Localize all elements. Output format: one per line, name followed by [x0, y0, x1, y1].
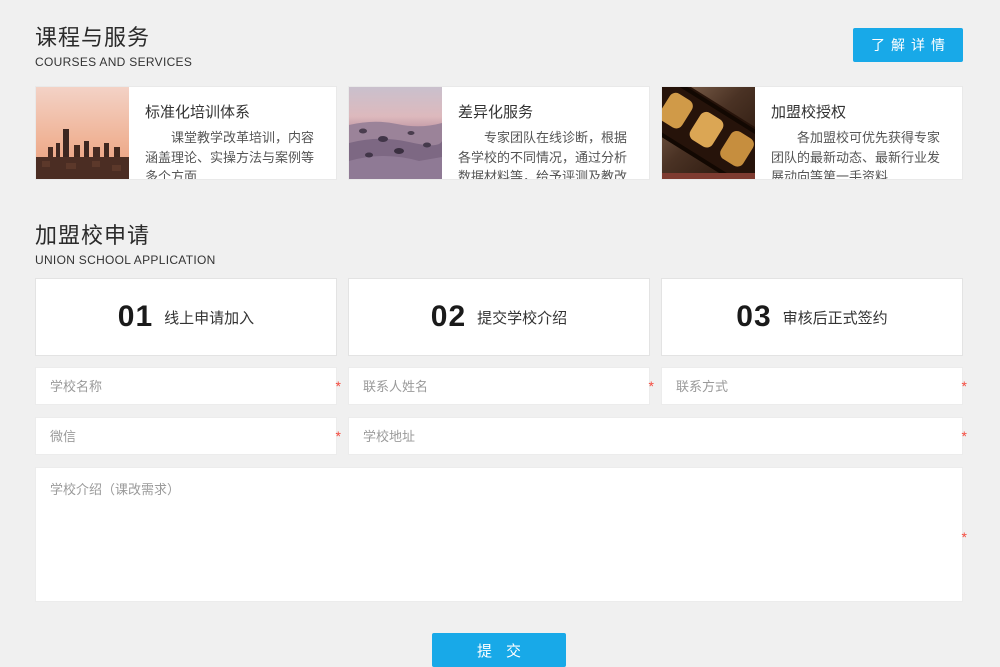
card-text-block: 加盟校授权 各加盟校可优先获得专家团队的最新动态、最新行业发展动向等第一手资料 — [755, 87, 962, 179]
application-section: 加盟校申请 UNION SCHOOL APPLICATION 01 线上申请加入… — [35, 218, 963, 667]
step-label: 提交学校介绍 — [477, 307, 567, 328]
wechat-input[interactable] — [35, 417, 337, 455]
school-name-field: * — [35, 367, 337, 405]
required-asterisk: * — [336, 379, 341, 393]
course-card-differentiated-service: 差异化服务 专家团队在线诊断，根据各学校的不同情况，通过分析数据材料等，给予评测… — [348, 86, 650, 180]
form-row-2: * * — [35, 417, 963, 455]
school-address-input[interactable] — [348, 417, 963, 455]
contact-phone-input[interactable] — [661, 367, 963, 405]
city-sunset-image — [36, 87, 129, 179]
course-card-standard-training: 标准化培训体系 课堂教学改革培训，内容涵盖理论、实操方法与案例等多个方面 — [35, 86, 337, 180]
courses-section-header: 课程与服务 COURSES AND SERVICES 了解详情 — [35, 20, 963, 69]
learn-more-button[interactable]: 了解详情 — [853, 28, 963, 62]
required-asterisk: * — [962, 429, 967, 443]
step-card-sign-contract: 03 审核后正式签约 — [661, 278, 963, 356]
course-card-franchise-authorization: 加盟校授权 各加盟校可优先获得专家团队的最新动态、最新行业发展动向等第一手资料 — [661, 86, 963, 180]
step-label: 线上申请加入 — [164, 307, 254, 328]
application-form: * * * * * — [35, 367, 963, 667]
card-text-block: 标准化培训体系 课堂教学改革培训，内容涵盖理论、实操方法与案例等多个方面 — [129, 87, 336, 179]
submit-row: 提交 — [35, 633, 963, 667]
card-description: 专家团队在线诊断，根据各学校的不同情况，通过分析数据材料等，给予评测及教改意见 — [458, 128, 635, 179]
card-description: 课堂教学改革培训，内容涵盖理论、实操方法与案例等多个方面 — [145, 128, 322, 179]
application-section-title: 加盟校申请 — [35, 218, 963, 250]
course-cards-row: 标准化培训体系 课堂教学改革培训，内容涵盖理论、实操方法与案例等多个方面 — [35, 86, 963, 180]
application-section-subtitle: UNION SCHOOL APPLICATION — [35, 253, 963, 267]
contact-name-field: * — [348, 367, 650, 405]
step-card-submit-intro: 02 提交学校介绍 — [348, 278, 650, 356]
card-text-block: 差异化服务 专家团队在线诊断，根据各学校的不同情况，通过分析数据材料等，给予评测… — [442, 87, 649, 179]
card-title: 标准化培训体系 — [145, 101, 322, 122]
submit-button[interactable]: 提交 — [432, 633, 566, 667]
form-row-1: * * * — [35, 367, 963, 405]
application-heading-block: 加盟校申请 UNION SCHOOL APPLICATION — [35, 218, 963, 267]
school-intro-textarea[interactable] — [35, 467, 963, 602]
school-name-input[interactable] — [35, 367, 337, 405]
application-steps-row: 01 线上申请加入 02 提交学校介绍 03 审核后正式签约 — [35, 278, 963, 356]
card-title: 差异化服务 — [458, 101, 635, 122]
required-asterisk: * — [649, 379, 654, 393]
courses-heading-block: 课程与服务 COURSES AND SERVICES — [35, 20, 192, 69]
contact-phone-field: * — [661, 367, 963, 405]
step-card-apply-online: 01 线上申请加入 — [35, 278, 337, 356]
step-number: 03 — [736, 300, 771, 334]
step-number: 01 — [118, 300, 153, 334]
required-asterisk: * — [336, 429, 341, 443]
courses-section: 课程与服务 COURSES AND SERVICES 了解详情 — [35, 20, 963, 180]
courses-section-subtitle: COURSES AND SERVICES — [35, 55, 192, 69]
card-title: 加盟校授权 — [771, 101, 948, 122]
school-address-field: * — [348, 417, 963, 455]
school-intro-field: * — [35, 467, 963, 607]
required-asterisk: * — [962, 379, 967, 393]
page-content: 课程与服务 COURSES AND SERVICES 了解详情 — [35, 0, 963, 667]
card-description: 各加盟校可优先获得专家团队的最新动态、最新行业发展动向等第一手资料 — [771, 128, 948, 179]
step-number: 02 — [431, 300, 466, 334]
courses-section-title: 课程与服务 — [35, 20, 192, 52]
step-label: 审核后正式签约 — [783, 307, 888, 328]
film-strip-image — [662, 87, 755, 179]
wechat-field: * — [35, 417, 337, 455]
desert-dusk-image — [349, 87, 442, 179]
contact-name-input[interactable] — [348, 367, 650, 405]
required-asterisk: * — [962, 530, 967, 544]
